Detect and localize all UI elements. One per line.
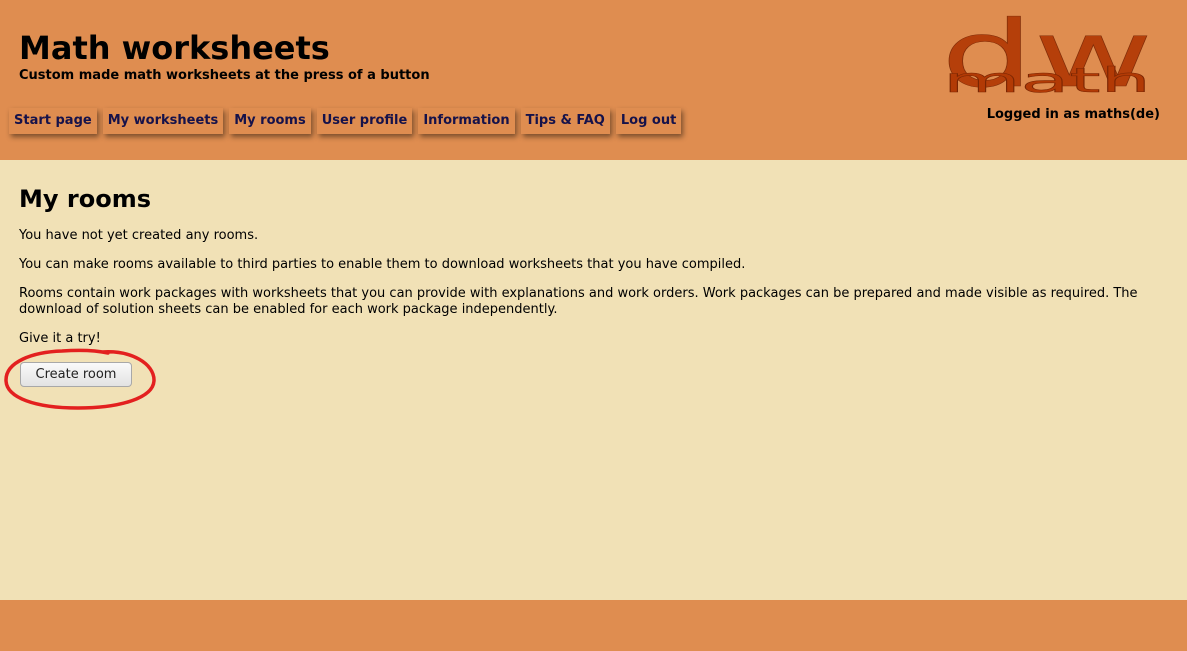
site-subtitle: Custom made math worksheets at the press… — [19, 68, 430, 83]
nav-tips-faq[interactable]: Tips & FAQ — [520, 108, 610, 134]
site-title: Math worksheets — [19, 29, 330, 67]
nav-start-page[interactable]: Start page — [9, 108, 97, 134]
nav-my-rooms[interactable]: My rooms — [229, 108, 311, 134]
nav-my-worksheets[interactable]: My worksheets — [102, 108, 224, 134]
main-content: My rooms You have not yet created any ro… — [0, 160, 1187, 600]
logo-text-math: math — [943, 61, 1151, 98]
dwmath-logo: dw math — [941, 14, 1154, 98]
logged-in-status: Logged in as maths(de) — [986, 107, 1160, 122]
main-nav: Start page My worksheets My rooms User p… — [9, 108, 682, 134]
give-it-a-try-text: Give it a try! — [19, 331, 101, 346]
rooms-description-text: Rooms contain work packages with workshe… — [19, 286, 1138, 317]
site-header: Math worksheets Custom made math workshe… — [0, 0, 1187, 160]
nav-log-out[interactable]: Log out — [615, 108, 682, 134]
page-title: My rooms — [19, 185, 151, 213]
nav-information[interactable]: Information — [418, 108, 515, 134]
site-footer — [0, 600, 1187, 651]
rooms-intro-text: You can make rooms available to third pa… — [19, 257, 746, 272]
no-rooms-text: You have not yet created any rooms. — [19, 228, 259, 243]
nav-user-profile[interactable]: User profile — [316, 108, 413, 134]
create-room-button[interactable]: Create room — [20, 362, 132, 387]
